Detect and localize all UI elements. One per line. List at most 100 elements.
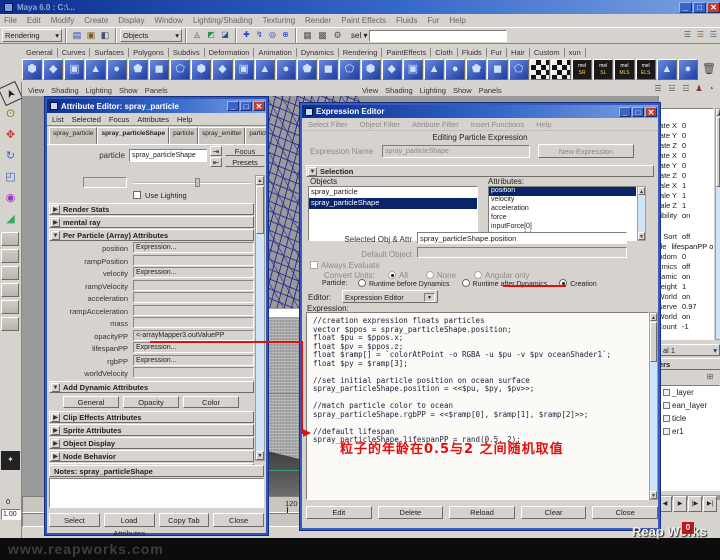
section-add-dynamic-attributes[interactable]: ▼Add Dynamic Attributes — [49, 381, 254, 393]
layer-item[interactable]: _layer — [661, 386, 719, 399]
channel-row[interactable]: Lifespan Random0 — [660, 252, 714, 262]
ae-menu-help[interactable]: Help — [177, 115, 192, 124]
channel-row[interactable]: Conserve0.97 — [660, 302, 714, 312]
menu-item-file[interactable]: File — [4, 16, 17, 25]
channel-row[interactable]: Translate X0 — [660, 121, 714, 131]
polygon-shelf-icon[interactable]: ⬟ — [297, 59, 317, 80]
menu-item-render[interactable]: Render — [305, 16, 331, 25]
show-manipulator-tool-icon[interactable]: ◢ — [1, 210, 20, 229]
attribute-item-position[interactable]: position — [489, 187, 636, 196]
channel-row[interactable]: Rotate Z0 — [660, 171, 714, 181]
selection-section-header[interactable]: ▼ Selection — [306, 165, 654, 177]
attr-field-worldvelocity[interactable] — [133, 367, 254, 378]
menu-item-fluids[interactable]: Fluids — [396, 16, 417, 25]
channel-row[interactable]: Max Count-1 — [660, 322, 714, 332]
channel-value[interactable]: 0 — [677, 121, 686, 131]
polygon-shelf-icon[interactable]: ▲ — [255, 59, 275, 80]
ae-menu-focus[interactable]: Focus — [109, 115, 129, 124]
node-name-field[interactable]: spray_particleShape — [129, 149, 207, 162]
checker-shelf-icon[interactable] — [530, 59, 550, 80]
layout-preset-icon[interactable] — [1, 249, 19, 263]
lasso-tool-icon[interactable]: ʘ — [1, 105, 20, 124]
shelf-tab-general[interactable]: General — [22, 48, 58, 57]
attribute-item-acceleration[interactable]: acceleration — [489, 205, 636, 214]
show-hide-ui-bars-icon[interactable]: ☰ — [707, 29, 720, 42]
menu-set-dropdown[interactable]: Rendering ▾ — [2, 29, 62, 42]
ee-menu-insert-functions[interactable]: Insert Functions — [471, 120, 524, 129]
attr-field-rgbpp[interactable]: Expression... — [133, 355, 254, 366]
panel-menu-lighting[interactable]: Lighting — [86, 86, 112, 95]
polygon-shelf-icon[interactable]: ◼ — [149, 59, 169, 80]
ae-tab-spray-particle[interactable]: spray_particle — [49, 127, 97, 144]
channel-row[interactable]: Scale Z1 — [660, 201, 714, 211]
panel-menu-panels[interactable]: Panels — [479, 86, 502, 95]
object-item-spray-particleshape[interactable]: spray_particleShape — [309, 198, 477, 209]
layer-display-dropdown[interactable]: al 1▾ — [660, 344, 720, 356]
layer-visibility-toggle[interactable] — [663, 402, 670, 409]
attr-field-lifespanpp[interactable]: Expression... — [133, 342, 254, 353]
open-scene-icon[interactable]: ▣ — [84, 29, 98, 42]
snap-view-icon[interactable]: ⊕ — [279, 29, 292, 42]
scale-tool-icon[interactable]: ◰ — [1, 168, 20, 187]
channel-value[interactable]: 0 — [677, 252, 686, 262]
attribute-editor-titlebar[interactable]: Attribute Editor: spray_particle _ □ ✕ — [47, 99, 266, 113]
collapse-icon[interactable]: ▼ — [51, 383, 60, 392]
notes-area[interactable] — [49, 478, 264, 508]
polygon-shelf-icon[interactable]: ▣ — [234, 59, 254, 80]
ae-menu-attributes[interactable]: Attributes — [137, 115, 169, 124]
focus-button[interactable]: Focus — [225, 146, 265, 156]
ipr-render-icon[interactable]: ▩ — [315, 29, 330, 42]
shelf-tab-subdivs[interactable]: Subdivs — [169, 48, 205, 57]
channel-value[interactable]: lifespanPP only — [666, 242, 714, 252]
section-sprite-attributes[interactable]: ▶Sprite Attributes — [49, 424, 254, 436]
expand-icon[interactable]: ▶ — [51, 452, 60, 461]
attr-field-velocity[interactable]: Expression... — [133, 267, 254, 278]
shelf-tab-curves[interactable]: Curves — [58, 48, 91, 57]
ee-menu-object-filter[interactable]: Object Filter — [360, 120, 400, 129]
show-hide-ui-bars-icon[interactable]: ☰ — [694, 29, 707, 42]
attribute-item-force[interactable]: force — [489, 214, 636, 223]
shelf-tab-painteffects[interactable]: PaintEffects — [382, 48, 431, 57]
layout-preset-icon[interactable] — [1, 300, 19, 314]
attributes-scrollbar[interactable]: ▲ ▼ — [637, 186, 646, 241]
channel-row[interactable]: Dynamics Weight1 — [660, 282, 714, 292]
menu-item-help[interactable]: Help — [449, 16, 465, 25]
shelf-tab-surfaces[interactable]: Surfaces — [90, 48, 129, 57]
polygon-shelf-icon[interactable]: ● — [276, 59, 296, 80]
shelf-tab-fur[interactable]: Fur — [487, 48, 507, 57]
trash-icon[interactable]: 🗑 — [701, 61, 717, 79]
save-scene-icon[interactable]: ◧ — [98, 29, 112, 42]
attr-field-rampvelocity[interactable] — [133, 280, 254, 291]
panel-menu-panels[interactable]: Panels — [145, 86, 168, 95]
collapse-icon[interactable]: ▼ — [308, 167, 317, 176]
channel-row[interactable]: Expressions After Dynamicsoff — [660, 262, 714, 272]
channel-value[interactable]: -1 — [677, 322, 689, 332]
ae-tab-particleclo[interactable]: particleClo — [245, 127, 266, 144]
channel-value[interactable]: off — [677, 232, 690, 242]
edit-button[interactable]: Edit — [306, 506, 372, 519]
pin-icon[interactable]: ⇥ — [210, 146, 222, 156]
select-by-component-icon[interactable]: ◪ — [218, 29, 232, 42]
polygon-shelf-icon[interactable]: ⬢ — [22, 59, 42, 80]
channel-row[interactable]: Forces In Worldon — [660, 292, 714, 302]
section-object-display[interactable]: ▶Object Display — [49, 437, 254, 449]
layout-bars-icon[interactable]: ☲ — [680, 83, 692, 95]
attribute-item-inputforce-0[interactable]: inputForce[0] — [489, 223, 636, 232]
polygon-shelf-icon[interactable]: ⬠ — [509, 59, 529, 80]
shelf-tab-xun[interactable]: xun — [565, 48, 586, 57]
polygon-shelf-icon[interactable]: ▣ — [403, 59, 423, 80]
polygon-shelf-icon[interactable]: ▲ — [85, 59, 105, 80]
selected-obj-attr-field[interactable]: spray_particleShape.position — [417, 232, 627, 244]
menu-item-texturing[interactable]: Texturing — [263, 16, 295, 25]
polygon-shelf-icon[interactable]: ◆ — [212, 59, 232, 80]
channel-value[interactable]: 1 — [677, 201, 686, 211]
channel-value[interactable]: 0 — [677, 131, 686, 141]
polygon-shelf-icon[interactable]: ● — [107, 59, 127, 80]
shelf-tab-deformation[interactable]: Deformation — [205, 48, 255, 57]
scroll-down-icon[interactable]: ▼ — [638, 232, 645, 240]
particle-option-runtime-before-dynamics[interactable]: Runtime before Dynamics — [358, 279, 450, 288]
presets-button[interactable]: Presets — [225, 157, 265, 167]
scroll-up-icon[interactable]: ▲ — [650, 313, 657, 321]
snap-point-icon[interactable]: ◎ — [266, 29, 279, 42]
polygon-shelf-icon[interactable]: ● — [445, 59, 465, 80]
